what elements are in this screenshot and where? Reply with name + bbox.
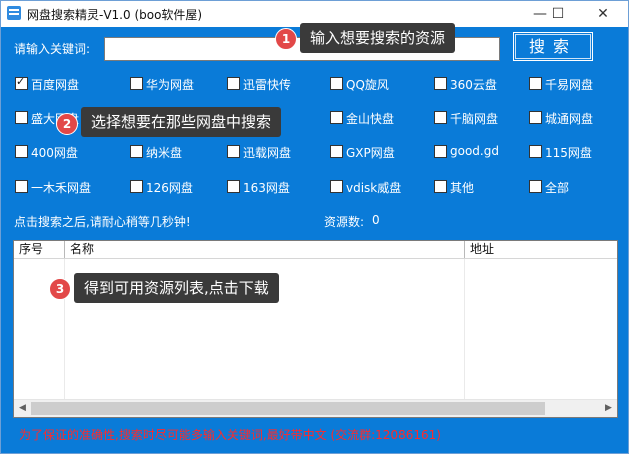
callout-text: 输入想要搜索的资源 [310, 29, 446, 47]
callout-1: 输入想要搜索的资源 [300, 23, 456, 53]
checkbox-label: 全部 [545, 181, 570, 195]
results-table[interactable]: 序号 名称 地址 ◀ ▶ [13, 240, 618, 418]
search-button[interactable]: 搜索 [513, 32, 593, 61]
table-header: 序号 名称 地址 [14, 241, 617, 259]
checkbox-box[interactable] [227, 180, 240, 193]
result-count-value: 0 [372, 213, 380, 227]
callout-badge-2: 2 [56, 113, 78, 135]
checkbox-label: 其他 [450, 181, 475, 195]
checkbox-label: 千脑网盘 [450, 112, 499, 126]
checkbox-box[interactable] [227, 77, 240, 90]
checkbox-box[interactable] [330, 180, 343, 193]
checkbox-box[interactable] [434, 145, 447, 158]
callout-2: 选择想要在那些网盘中搜索 [81, 107, 282, 137]
checkbox-label: 百度网盘 [31, 78, 80, 92]
checkbox-box[interactable] [130, 145, 143, 158]
checkbox-box[interactable] [15, 180, 28, 193]
checkbox-box[interactable] [15, 111, 28, 124]
checkbox-label: 纳米盘 [146, 146, 183, 160]
scroll-right-arrow-icon[interactable]: ▶ [600, 400, 617, 417]
checkbox-label: 华为网盘 [146, 78, 195, 92]
callout-badge-1: 1 [275, 28, 297, 50]
maximize-button[interactable]: ☐ [536, 1, 580, 27]
callout-text: 选择想要在那些网盘中搜索 [91, 113, 272, 131]
callout-badge-3: 3 [49, 278, 71, 300]
scroll-left-arrow-icon[interactable]: ◀ [14, 400, 31, 417]
checkbox-label: good.gd [450, 144, 499, 158]
search-hint: 点击搜索之后,请耐心稍等几秒钟! [14, 215, 191, 229]
search-label: 请输入关键词: [14, 42, 91, 56]
checkbox-box[interactable] [130, 180, 143, 193]
horizontal-scrollbar[interactable]: ◀ ▶ [14, 399, 617, 417]
column-header-address[interactable]: 地址 [465, 241, 617, 258]
footer-note: 为了保证的准确性,搜索时尽可能多输入关键词,最好带中文 (交流群:1208616… [19, 428, 441, 442]
checkbox-box[interactable] [434, 111, 447, 124]
checkbox-label: vdisk威盘 [346, 181, 402, 195]
checkbox-label: 360云盘 [450, 78, 497, 92]
checkbox-label: 一木禾网盘 [31, 181, 92, 195]
checkbox-box[interactable] [529, 77, 542, 90]
checkbox-label: GXP网盘 [346, 146, 395, 160]
app-window: 网盘搜索精灵-V1.0 (boo软件屋) — ☐ ✕ 请输入关键词: 搜索 百度… [0, 0, 629, 454]
checkbox-label: 迅载网盘 [243, 146, 292, 160]
column-header-name[interactable]: 名称 [65, 241, 465, 258]
checkbox-label: 城通网盘 [545, 112, 594, 126]
column-header-index[interactable]: 序号 [14, 241, 65, 258]
checkbox-box[interactable] [434, 180, 447, 193]
checkbox-label: 金山快盘 [346, 112, 395, 126]
callout-3: 得到可用资源列表,点击下载 [74, 273, 279, 303]
checkbox-box[interactable] [130, 77, 143, 90]
checkbox-label: 126网盘 [146, 181, 193, 195]
main-panel: 请输入关键词: 搜索 百度网盘华为网盘迅雷快传QQ旋风360云盘千易网盘盛大网盘… [1, 27, 628, 453]
checkbox-label: 迅雷快传 [243, 78, 292, 92]
checkbox-box[interactable] [15, 75, 28, 90]
window-title: 网盘搜索精灵-V1.0 (boo软件屋) [27, 8, 203, 22]
column-divider [464, 259, 465, 399]
checkbox-label: 千易网盘 [545, 78, 594, 92]
checkbox-box[interactable] [15, 145, 28, 158]
checkbox-box[interactable] [529, 145, 542, 158]
checkbox-box[interactable] [529, 111, 542, 124]
checkbox-box[interactable] [330, 111, 343, 124]
checkbox-box[interactable] [330, 145, 343, 158]
checkbox-box[interactable] [330, 77, 343, 90]
result-count-label: 资源数: [324, 215, 365, 229]
scrollbar-thumb[interactable] [31, 402, 545, 415]
close-button[interactable]: ✕ [581, 1, 625, 27]
checkbox-label: QQ旋风 [346, 78, 389, 92]
checkbox-label: 115网盘 [545, 146, 592, 160]
callout-text: 得到可用资源列表,点击下载 [84, 279, 269, 297]
checkbox-box[interactable] [529, 180, 542, 193]
app-icon [7, 6, 21, 20]
checkbox-box[interactable] [434, 77, 447, 90]
checkbox-label: 163网盘 [243, 181, 290, 195]
checkbox-box[interactable] [227, 145, 240, 158]
checkbox-label: 400网盘 [31, 146, 78, 160]
